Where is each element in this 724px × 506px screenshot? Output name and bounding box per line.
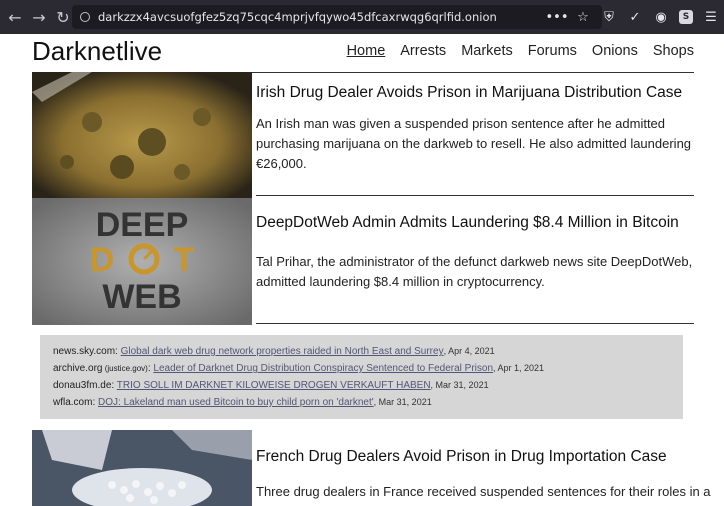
page-actions-icon[interactable]: ••• <box>546 6 569 28</box>
news-link[interactable]: TRIO SOLL IM DARKNET KILOWEISE DROGEN VE… <box>117 380 431 391</box>
article-title[interactable]: DeepDotWeb Admin Admits Laundering $8.4 … <box>256 214 679 232</box>
logo-text: D <box>90 241 115 279</box>
deepdotweb-logo-image: DEEP D T WEB <box>32 198 252 325</box>
main-nav: Home Arrests Markets Forums Onions Shops <box>332 43 694 59</box>
nav-markets[interactable]: Markets <box>461 43 513 59</box>
news-source-colon: : <box>147 363 151 374</box>
article-title[interactable]: French Drug Dealers Avoid Prison in Drug… <box>256 448 667 466</box>
menu-icon[interactable]: ☰ <box>700 6 722 28</box>
news-source: archive.org (justice.gov): <box>53 363 151 374</box>
news-item: news.sky.com: Global dark web drug netwo… <box>53 346 495 357</box>
article-summary: An Irish man was given a suspended priso… <box>256 116 692 171</box>
news-item: wfla.com: DOJ: Lakeland man used Bitcoin… <box>53 397 432 408</box>
news-item: donau3fm.de: TRIO SOLL IM DARKNET KILOWE… <box>53 380 489 391</box>
news-source-domain: archive.org <box>53 363 103 374</box>
article-item: Irish Drug Dealer Avoids Prison in Marij… <box>32 72 694 198</box>
news-item: archive.org (justice.gov): Leader of Dar… <box>53 363 544 374</box>
logo-text: WEB <box>102 278 181 316</box>
back-icon[interactable]: ← <box>4 6 26 28</box>
url-text[interactable]: darkzzx4avcsuofgfez5zq75cqc4mprjvfqywo45… <box>98 10 497 24</box>
article-summary: Three drug dealers in France received su… <box>256 484 711 499</box>
bookmark-star-icon[interactable]: ☆ <box>572 6 594 28</box>
news-date: , Apr 4, 2021 <box>443 346 495 356</box>
article-thumbnail[interactable] <box>32 430 252 506</box>
extension-icon[interactable]: ✓ <box>624 6 646 28</box>
browser-toolbar: ← → ↻ darkzzx4avcsuofgfez5zq75cqc4mprjvf… <box>0 0 724 34</box>
nav-arrests[interactable]: Arrests <box>400 43 446 59</box>
reload-icon[interactable]: ↻ <box>52 6 74 28</box>
site-logo[interactable]: Darknetlive <box>32 36 162 67</box>
external-news-box: news.sky.com: Global dark web drug netwo… <box>40 335 683 419</box>
nav-forums[interactable]: Forums <box>528 43 577 59</box>
pills-image <box>32 430 252 506</box>
shield-icon[interactable]: ⛨ <box>598 6 620 28</box>
news-source-note: (justice.gov) <box>102 364 148 373</box>
security-level-icon[interactable]: ◉ <box>650 6 672 28</box>
article-title[interactable]: Irish Drug Dealer Avoids Prison in Marij… <box>256 84 682 102</box>
nav-onions[interactable]: Onions <box>592 43 638 59</box>
address-bar[interactable]: darkzzx4avcsuofgfez5zq75cqc4mprjvfqywo45… <box>72 5 602 29</box>
news-source: donau3fm.de: <box>53 380 115 391</box>
site-header: Darknetlive Home Arrests Markets Forums … <box>32 34 694 73</box>
logo-text: DEEP <box>96 206 189 244</box>
news-date: , Mar 31, 2021 <box>373 397 432 407</box>
article-summary: Tal Prihar, the administrator of the def… <box>256 254 693 289</box>
article-item: DEEP D T WEB DeepDotWeb Admin Admits Lau… <box>32 198 694 325</box>
site-identity-icon[interactable] <box>80 12 90 22</box>
article-thumbnail[interactable]: DEEP D T WEB <box>32 198 252 325</box>
article-divider <box>256 323 694 324</box>
news-link[interactable]: DOJ: Lakeland man used Bitcoin to buy ch… <box>98 397 374 408</box>
logo-text: T <box>174 241 195 279</box>
news-link[interactable]: Global dark web drug network properties … <box>121 346 444 357</box>
news-source: news.sky.com: <box>53 346 118 357</box>
article-thumbnail[interactable] <box>32 72 252 198</box>
forward-icon[interactable]: → <box>28 6 50 28</box>
nav-home[interactable]: Home <box>347 43 386 59</box>
marijuana-image <box>32 72 252 198</box>
news-link[interactable]: Leader of Darknet Drug Distribution Cons… <box>153 363 493 374</box>
news-source: wfla.com: <box>53 397 96 408</box>
news-date: , Apr 1, 2021 <box>493 363 545 373</box>
news-date: , Mar 31, 2021 <box>430 380 489 390</box>
article-item: French Drug Dealers Avoid Prison in Drug… <box>32 430 711 506</box>
nav-shops[interactable]: Shops <box>653 43 694 59</box>
new-identity-icon[interactable]: S <box>679 10 693 24</box>
article-divider <box>256 195 694 196</box>
